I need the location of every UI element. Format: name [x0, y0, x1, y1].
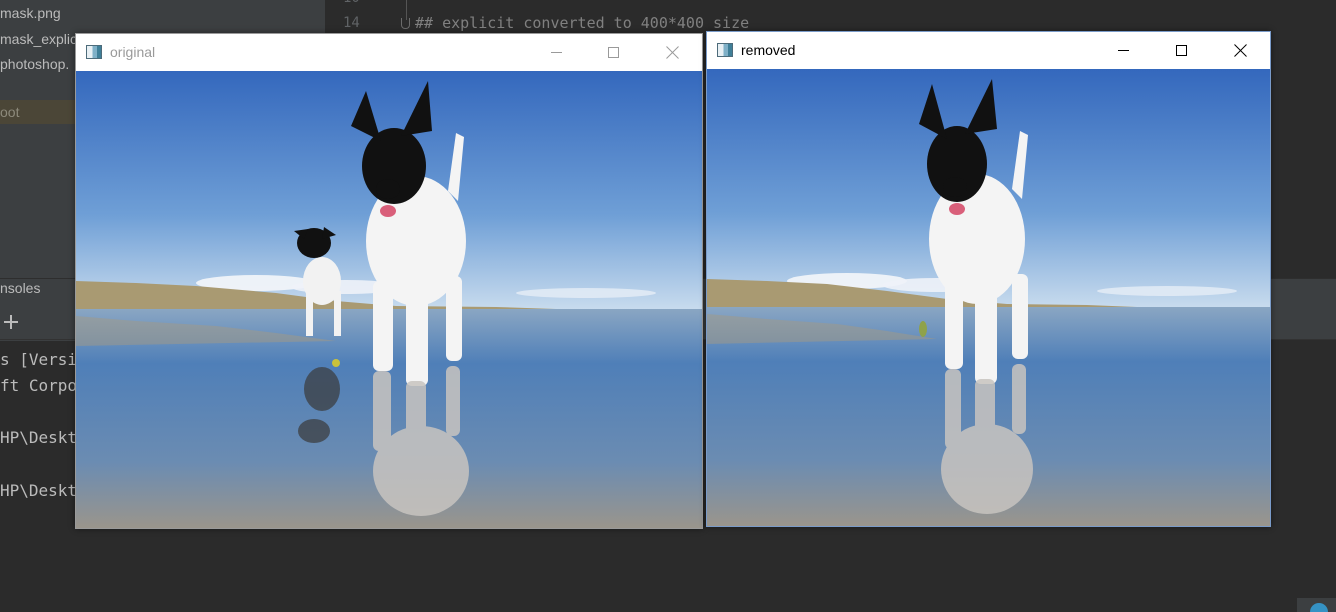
gutter-separator — [406, 0, 407, 20]
window-title: original — [110, 44, 156, 60]
titlebar[interactable]: original — [76, 34, 702, 71]
fold-icon[interactable] — [401, 18, 410, 29]
line-number: 10 — [343, 0, 360, 6]
file-item-mask-explicit[interactable]: mask_explic — [0, 31, 77, 47]
maximize-button[interactable] — [591, 34, 637, 71]
close-button[interactable] — [1218, 32, 1264, 69]
close-icon — [1234, 44, 1247, 57]
terminal-line: HP\Deskt — [0, 428, 78, 447]
terminal-title: nsoles — [0, 280, 41, 296]
code-comment-line: ## explicit converted to 400*400 size — [415, 14, 750, 32]
image-canvas — [76, 71, 702, 528]
plus-icon[interactable] — [3, 314, 19, 330]
maximize-icon — [1176, 45, 1187, 56]
window-title: removed — [741, 42, 796, 58]
window-removed[interactable]: removed — [706, 31, 1271, 527]
window-original[interactable]: original — [75, 33, 703, 529]
line-number: 14 — [343, 15, 360, 31]
terminal-line: s [Versi — [0, 350, 78, 369]
minimize-icon — [551, 52, 562, 53]
photo-two-dogs — [76, 71, 702, 528]
terminal-line: ft Corpo — [0, 376, 78, 395]
minimize-button[interactable] — [1101, 32, 1147, 69]
minimize-button[interactable] — [534, 34, 580, 71]
close-icon — [666, 46, 679, 59]
image-canvas — [707, 69, 1270, 526]
app-icon — [86, 45, 102, 59]
file-item-selected[interactable]: oot — [0, 104, 19, 120]
minimize-icon — [1118, 50, 1129, 51]
close-button[interactable] — [650, 34, 696, 71]
photo-one-dog — [707, 69, 1270, 526]
maximize-button[interactable] — [1159, 32, 1205, 69]
app-icon — [717, 43, 733, 57]
file-item-mask-png[interactable]: mask.png — [0, 5, 61, 21]
titlebar[interactable]: removed — [707, 32, 1270, 69]
terminal-line: HP\Deskt — [0, 481, 78, 500]
file-item-photoshop[interactable]: photoshop. — [0, 56, 69, 72]
maximize-icon — [608, 47, 619, 58]
